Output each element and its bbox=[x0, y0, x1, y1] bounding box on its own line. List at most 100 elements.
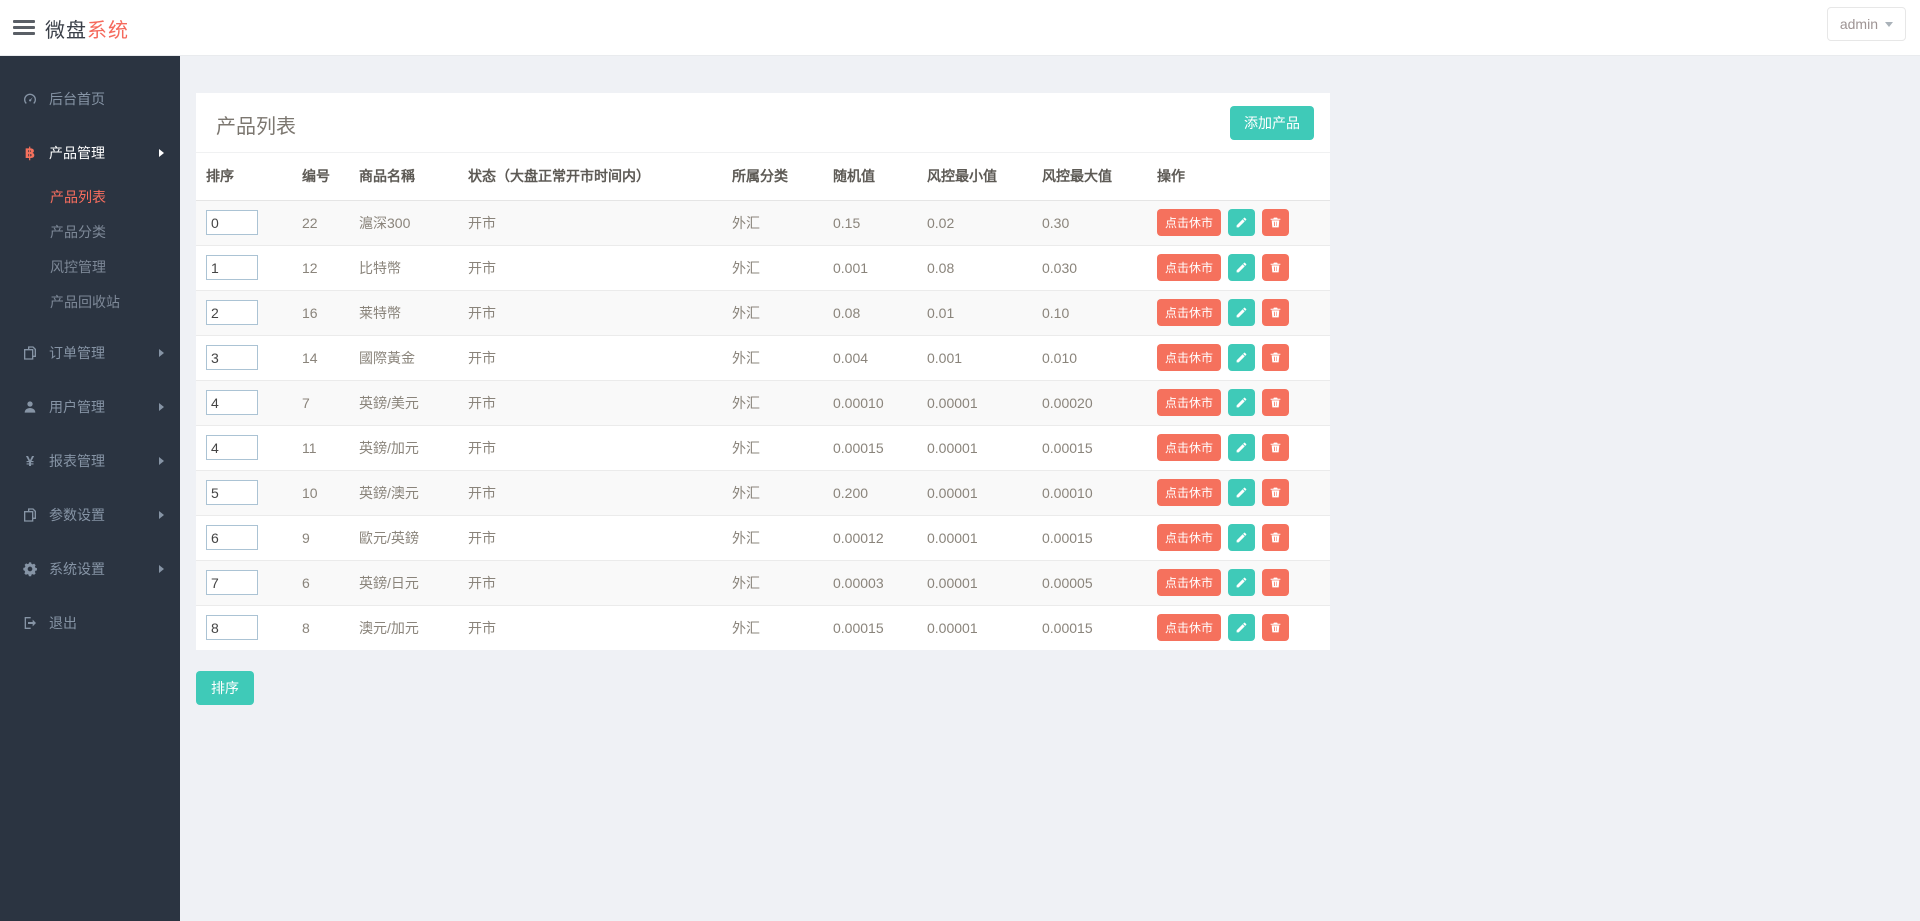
actions-cell: 点击休市 bbox=[1147, 514, 1330, 560]
trash-icon bbox=[1269, 531, 1282, 544]
col-header-name: 商品名稱 bbox=[349, 153, 458, 201]
sidebar-item-system-settings[interactable]: 系统设置 bbox=[0, 542, 180, 596]
table-header-row: 排序 编号 商品名稱 状态（大盘正常开市时间内） 所属分类 随机值 风控最小值 … bbox=[196, 153, 1330, 201]
category-cell: 外汇 bbox=[722, 559, 823, 605]
sort-cell bbox=[196, 604, 292, 650]
product-id-cell: 14 bbox=[292, 334, 349, 380]
sort-cell bbox=[196, 289, 292, 335]
close-market-button[interactable]: 点击休市 bbox=[1157, 434, 1222, 461]
sidebar-item-label: 用户管理 bbox=[49, 399, 105, 415]
product-name-cell: 英鎊/澳元 bbox=[349, 469, 458, 515]
sort-submit-button[interactable]: 排序 bbox=[196, 671, 254, 705]
actions-cell: 点击休市 bbox=[1147, 424, 1330, 470]
bitcoin-icon: ฿ bbox=[24, 145, 36, 162]
yen-icon: ¥ bbox=[25, 452, 35, 470]
close-market-button[interactable]: 点击休市 bbox=[1157, 614, 1222, 642]
sort-cell bbox=[196, 379, 292, 425]
close-market-button[interactable]: 点击休市 bbox=[1157, 524, 1222, 551]
risk-min-cell: 0.00001 bbox=[917, 559, 1032, 605]
delete-button[interactable] bbox=[1262, 254, 1290, 281]
add-product-button[interactable]: 添加产品 bbox=[1230, 106, 1314, 140]
edit-button[interactable] bbox=[1228, 479, 1256, 506]
risk-min-cell: 0.01 bbox=[917, 289, 1032, 335]
delete-button[interactable] bbox=[1262, 344, 1290, 371]
sidebar-item-logout[interactable]: 退出 bbox=[0, 596, 180, 650]
risk-min-cell: 0.00001 bbox=[917, 604, 1032, 650]
edit-button[interactable] bbox=[1228, 524, 1256, 551]
sort-input[interactable] bbox=[206, 345, 258, 370]
delete-button[interactable] bbox=[1262, 389, 1290, 416]
user-dropdown[interactable]: admin bbox=[1826, 7, 1906, 41]
edit-button[interactable] bbox=[1228, 389, 1256, 416]
edit-button[interactable] bbox=[1228, 434, 1256, 461]
sort-input[interactable] bbox=[206, 480, 258, 505]
status-cell: 开市 bbox=[458, 289, 722, 335]
sidebar-item-user-management[interactable]: 用户管理 bbox=[0, 380, 180, 434]
delete-button[interactable] bbox=[1262, 614, 1290, 642]
trash-icon bbox=[1269, 486, 1282, 499]
sidebar-item-product-category[interactable]: 产品分类 bbox=[0, 215, 180, 250]
category-cell: 外汇 bbox=[722, 200, 823, 245]
chevron-right-icon bbox=[159, 565, 164, 573]
sort-input[interactable] bbox=[206, 570, 258, 595]
random-value-cell: 0.001 bbox=[823, 244, 917, 290]
edit-button[interactable] bbox=[1228, 569, 1256, 596]
status-cell: 开市 bbox=[458, 559, 722, 605]
col-header-risk-min: 风控最小值 bbox=[917, 153, 1032, 201]
delete-button[interactable] bbox=[1262, 434, 1290, 461]
risk-min-cell: 0.00001 bbox=[917, 514, 1032, 560]
status-cell: 开市 bbox=[458, 244, 722, 290]
sidebar-item-dashboard[interactable]: 后台首页 bbox=[0, 72, 180, 126]
col-header-category: 所属分类 bbox=[722, 153, 823, 201]
sort-input[interactable] bbox=[206, 210, 258, 235]
delete-button[interactable] bbox=[1262, 479, 1290, 506]
edit-button[interactable] bbox=[1228, 614, 1256, 642]
product-id-cell: 10 bbox=[292, 469, 349, 515]
sidebar-item-product-recycle-bin[interactable]: 产品回收站 bbox=[0, 285, 180, 320]
sidebar-item-risk-management[interactable]: 风控管理 bbox=[0, 250, 180, 285]
risk-min-cell: 0.08 bbox=[917, 244, 1032, 290]
close-market-button[interactable]: 点击休市 bbox=[1157, 389, 1222, 416]
category-cell: 外汇 bbox=[722, 244, 823, 290]
user-dropdown-label: admin bbox=[1839, 16, 1878, 32]
chevron-right-icon bbox=[159, 149, 164, 157]
menu-toggle-icon[interactable] bbox=[13, 17, 35, 39]
edit-button[interactable] bbox=[1228, 299, 1256, 326]
sidebar-item-order-management[interactable]: 订单管理 bbox=[0, 326, 180, 380]
edit-button[interactable] bbox=[1228, 344, 1256, 371]
random-value-cell: 0.08 bbox=[823, 289, 917, 335]
delete-button[interactable] bbox=[1262, 569, 1290, 596]
delete-button[interactable] bbox=[1262, 524, 1290, 551]
product-id-cell: 8 bbox=[292, 604, 349, 650]
close-market-button[interactable]: 点击休市 bbox=[1157, 479, 1222, 506]
sort-input[interactable] bbox=[206, 525, 258, 550]
sort-input[interactable] bbox=[206, 390, 258, 415]
sort-input[interactable] bbox=[206, 435, 258, 460]
close-market-button[interactable]: 点击休市 bbox=[1157, 209, 1222, 236]
sort-input[interactable] bbox=[206, 255, 258, 280]
logout-icon bbox=[18, 615, 42, 631]
sort-input[interactable] bbox=[206, 300, 258, 325]
sidebar-item-product-list[interactable]: 产品列表 bbox=[0, 180, 180, 215]
page-title: 产品列表 bbox=[216, 116, 296, 138]
sidebar-item-label: 系统设置 bbox=[49, 561, 105, 577]
pencil-icon bbox=[1235, 261, 1248, 274]
sidebar-item-parameter-settings[interactable]: 参数设置 bbox=[0, 488, 180, 542]
close-market-button[interactable]: 点击休市 bbox=[1157, 299, 1222, 326]
close-market-button[interactable]: 点击休市 bbox=[1157, 569, 1222, 596]
close-market-button[interactable]: 点击休市 bbox=[1157, 344, 1222, 371]
gears-icon bbox=[18, 561, 42, 577]
pencil-icon bbox=[1235, 531, 1248, 544]
delete-button[interactable] bbox=[1262, 209, 1290, 236]
sidebar-item-report-management[interactable]: ¥ 报表管理 bbox=[0, 434, 180, 488]
edit-button[interactable] bbox=[1228, 254, 1256, 281]
trash-icon bbox=[1269, 621, 1282, 634]
status-cell: 开市 bbox=[458, 424, 722, 470]
delete-button[interactable] bbox=[1262, 299, 1290, 326]
risk-min-cell: 0.00001 bbox=[917, 469, 1032, 515]
sidebar-item-product-management[interactable]: ฿ 产品管理 bbox=[0, 126, 180, 180]
sort-input[interactable] bbox=[206, 615, 258, 641]
close-market-button[interactable]: 点击休市 bbox=[1157, 254, 1222, 281]
edit-button[interactable] bbox=[1228, 209, 1256, 236]
product-id-cell: 11 bbox=[292, 424, 349, 470]
